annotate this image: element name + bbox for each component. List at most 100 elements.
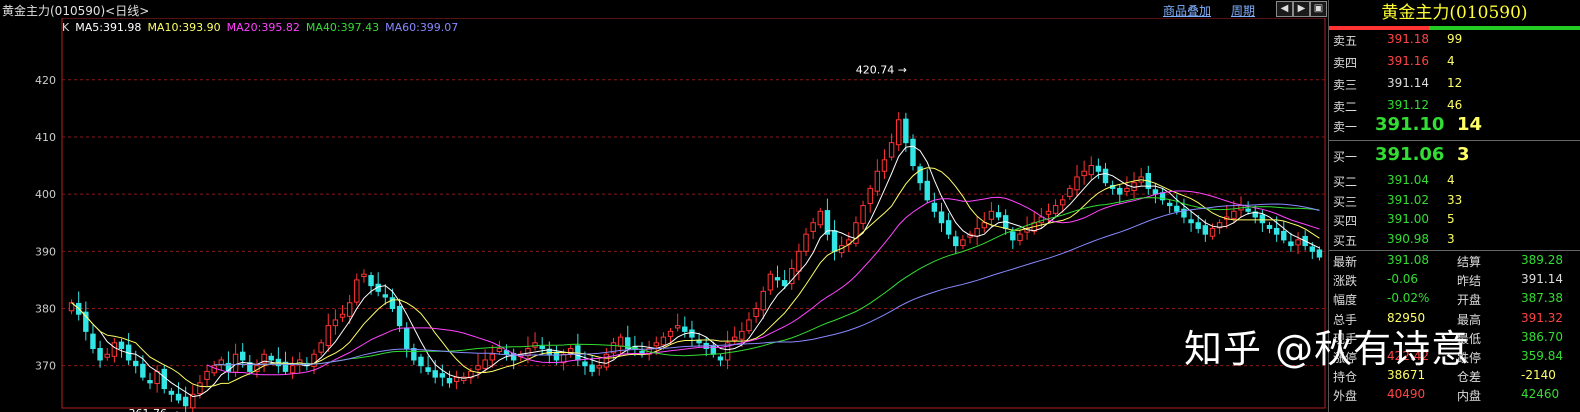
stat-value: 42460	[1521, 387, 1560, 402]
ask1-label: 卖一	[1333, 120, 1358, 134]
candle-body	[1052, 205, 1059, 214]
ask-label: 卖五	[1333, 34, 1358, 48]
chart-title: 黄金主力(010590)<日线>	[2, 4, 150, 18]
bid-volume: 33	[1447, 192, 1463, 207]
candle-body	[168, 390, 175, 395]
y-tick-label: 390	[35, 245, 56, 258]
divider	[1329, 140, 1580, 141]
candle-body	[1102, 168, 1109, 184]
candle-body	[988, 210, 995, 220]
bid-label: 买三	[1333, 194, 1358, 209]
candle-body	[874, 170, 881, 192]
ask-price: 391.14	[1387, 76, 1429, 90]
candle-body	[239, 351, 246, 361]
kline-chart[interactable]: 370 380 390 400 410 420 420.74 → 361.76 →	[0, 0, 1328, 412]
candle-body	[90, 333, 96, 350]
expand-icon[interactable]: ▣	[1310, 1, 1327, 17]
y-tick-label: 370	[35, 360, 56, 373]
candle-body	[1017, 233, 1023, 242]
candle-body	[1117, 187, 1123, 195]
next-icon[interactable]: ▶	[1293, 1, 1310, 17]
candle-body	[831, 230, 838, 252]
overlay-link[interactable]: 商品叠加	[1163, 2, 1211, 19]
candle-body	[888, 142, 895, 158]
candle-body	[1060, 199, 1066, 206]
stat-label: 幅度	[1333, 293, 1358, 308]
candle-body	[1266, 224, 1273, 229]
candle-body	[489, 353, 495, 361]
ask-price: 391.18	[1387, 32, 1429, 46]
candle-body	[981, 222, 988, 229]
stat-value: -0.02%	[1387, 291, 1430, 306]
ask-volume: 46	[1447, 98, 1463, 112]
candle-body	[197, 382, 203, 395]
y-tick-label: 420	[35, 74, 56, 87]
ask1-volume: 14	[1457, 114, 1483, 135]
candle-body	[796, 250, 802, 272]
candle-body	[938, 211, 945, 224]
candle-body	[382, 294, 389, 298]
candle-body	[411, 348, 417, 361]
candle-body	[496, 348, 503, 353]
candle-body	[603, 353, 610, 368]
bid1-volume: 3	[1457, 144, 1470, 165]
extreme-label: 420.74 →	[856, 64, 907, 77]
candle-body	[753, 307, 759, 318]
period-link[interactable]: 周期	[1231, 2, 1255, 19]
candle-body	[332, 319, 339, 327]
candle-body	[147, 380, 153, 384]
candle-body	[1195, 222, 1201, 229]
candle-body	[774, 277, 781, 281]
y-tick-label: 410	[35, 131, 56, 144]
candle-body	[289, 365, 296, 374]
candle-body	[1288, 241, 1294, 247]
bid-volume: 3	[1447, 231, 1455, 246]
candle-body	[425, 367, 431, 372]
bid-volume: 4	[1447, 173, 1455, 187]
candle-body	[1209, 227, 1216, 237]
candle-body	[953, 236, 959, 247]
candle-body	[817, 210, 823, 226]
candle-body	[439, 373, 446, 378]
stat-value: 389.28	[1521, 253, 1563, 267]
candle-body	[945, 220, 952, 235]
candle-body	[781, 280, 788, 287]
candle-body	[325, 325, 331, 347]
candle-body	[1309, 246, 1316, 252]
candle-body	[97, 348, 103, 361]
ask-volume: 4	[1447, 54, 1455, 68]
ask-label: 卖二	[1333, 100, 1358, 114]
candle-body	[553, 351, 560, 361]
kline-svg: 370 380 390 400 410 420 420.74 → 361.76 →	[35, 17, 1326, 412]
stat-label: 开盘	[1457, 293, 1482, 308]
candle-body	[1231, 210, 1237, 219]
candle-body	[881, 159, 888, 172]
candle-body	[1124, 187, 1130, 192]
candle-body	[389, 297, 396, 309]
candle-body	[182, 396, 189, 407]
candle-body	[1245, 208, 1251, 212]
bid-label: 买五	[1333, 233, 1358, 248]
stat-label: 最新	[1333, 255, 1358, 269]
candle-body	[133, 360, 139, 367]
candle-body	[589, 364, 595, 372]
stat-value: 387.38	[1521, 291, 1563, 306]
candle-body	[931, 202, 938, 212]
stat-label: 内盘	[1457, 389, 1482, 404]
candle-body	[1166, 202, 1173, 207]
candle-body	[660, 336, 667, 346]
ask-volume: 99	[1447, 32, 1463, 46]
candle-body	[896, 119, 902, 146]
candle-body	[346, 302, 353, 317]
bid-price: 390.98	[1387, 231, 1429, 246]
ma-legend-item: MA40:397.43	[305, 21, 380, 34]
sell-ratio-bar	[1429, 26, 1580, 30]
prev-icon[interactable]: ◀	[1276, 1, 1293, 17]
stat-value: 40490	[1387, 387, 1426, 402]
ma-line-ma40	[214, 197, 1320, 366]
candle-body	[853, 222, 859, 244]
candle-body	[746, 319, 752, 332]
ma-legend: K MA5:391.98 MA10:393.90 MA20:395.82 MA40:39…	[62, 21, 464, 34]
candle-body	[532, 342, 538, 348]
candle-body	[760, 290, 766, 311]
